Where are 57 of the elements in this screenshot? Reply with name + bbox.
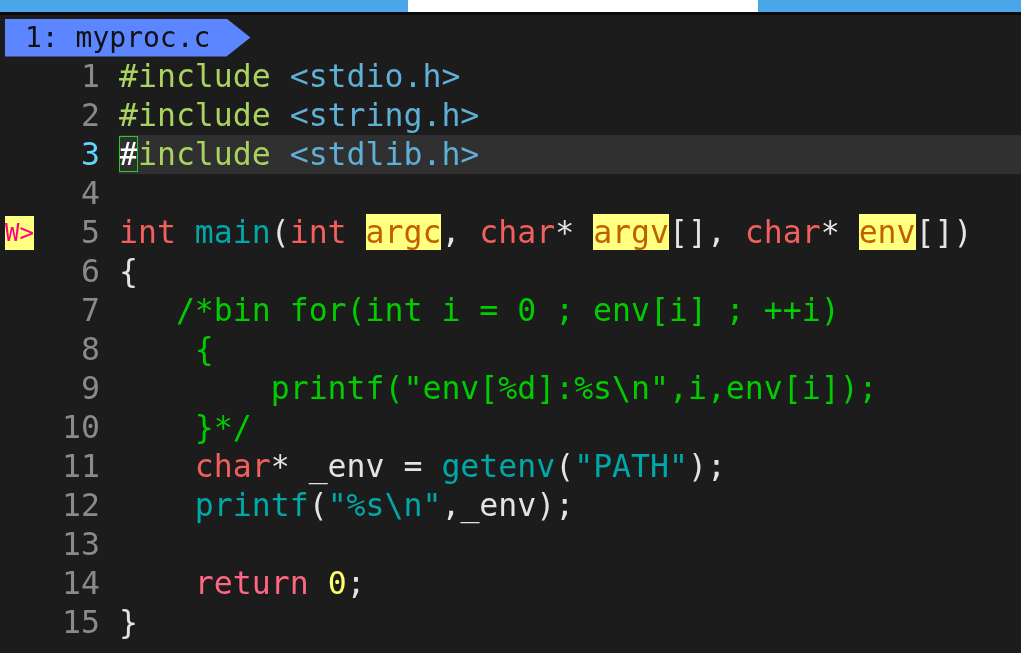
code-text: * _env = [270,448,424,484]
line-number: 1 [80,57,101,96]
code-text: #include [119,58,272,94]
code-text: <stdio.h> [289,58,461,94]
code-comment: { [193,331,214,367]
line-number: 11 [61,447,101,486]
code-text: getenv [441,448,556,484]
line-number: 14 [61,564,101,603]
code-text: * [820,214,841,250]
line-number: 12 [61,486,101,525]
code-comment: printf("env[%d]:%s\n",i,env[i]); [269,370,878,406]
warning-sign: W> [5,215,34,250]
code-text: ; [346,565,366,601]
code-text: * [555,214,576,250]
code-text: , [441,214,462,250]
search-match: argv [593,214,669,250]
code-text: []) [915,214,973,250]
line-number: 9 [80,369,101,408]
search-match: argc [365,214,442,250]
line-number: 15 [61,603,101,642]
code-comment: }*/ [193,409,252,445]
code-text: [], [669,214,727,250]
line-number: 10 [61,408,101,447]
code-text: <stdlib.h> [289,136,480,172]
code-text: } [119,604,138,640]
code-text: ( [308,487,328,523]
line-number: 8 [80,330,101,369]
code-text: ,_env); [441,487,575,523]
code-text: char [479,214,556,250]
code-text: char [193,448,271,484]
code-text: printf [193,487,309,523]
line-number: 5 [80,213,101,252]
line-number: 2 [80,96,101,135]
search-match: env [858,214,916,250]
code-text: #include [119,97,272,133]
line-number: 4 [80,174,101,213]
code-text: include [137,136,272,172]
line-number: 3 [80,135,101,174]
line-number: 6 [80,252,101,291]
code-text: "PATH" [574,448,688,484]
code-text: "%s\n" [327,487,442,523]
code-text: ( [270,214,290,250]
line-number: 13 [61,525,101,564]
code-text: <string.h> [289,97,480,133]
code-comment: /*bin for(int i = 0 ; env[i] ; ++i) [174,292,840,328]
code-text: return [193,565,310,601]
code-text: int [119,214,177,250]
cursor: # [119,136,138,172]
file-tab[interactable]: 1: myproc.c [5,18,251,57]
code-text: ( [555,448,575,484]
code-text: main [194,214,271,250]
code-text: int [289,214,348,250]
code-text: char [744,214,821,250]
code-text: { [119,253,138,289]
code-text: ); [687,448,726,484]
line-number: 7 [80,291,101,330]
code-text: 0 [327,565,347,601]
